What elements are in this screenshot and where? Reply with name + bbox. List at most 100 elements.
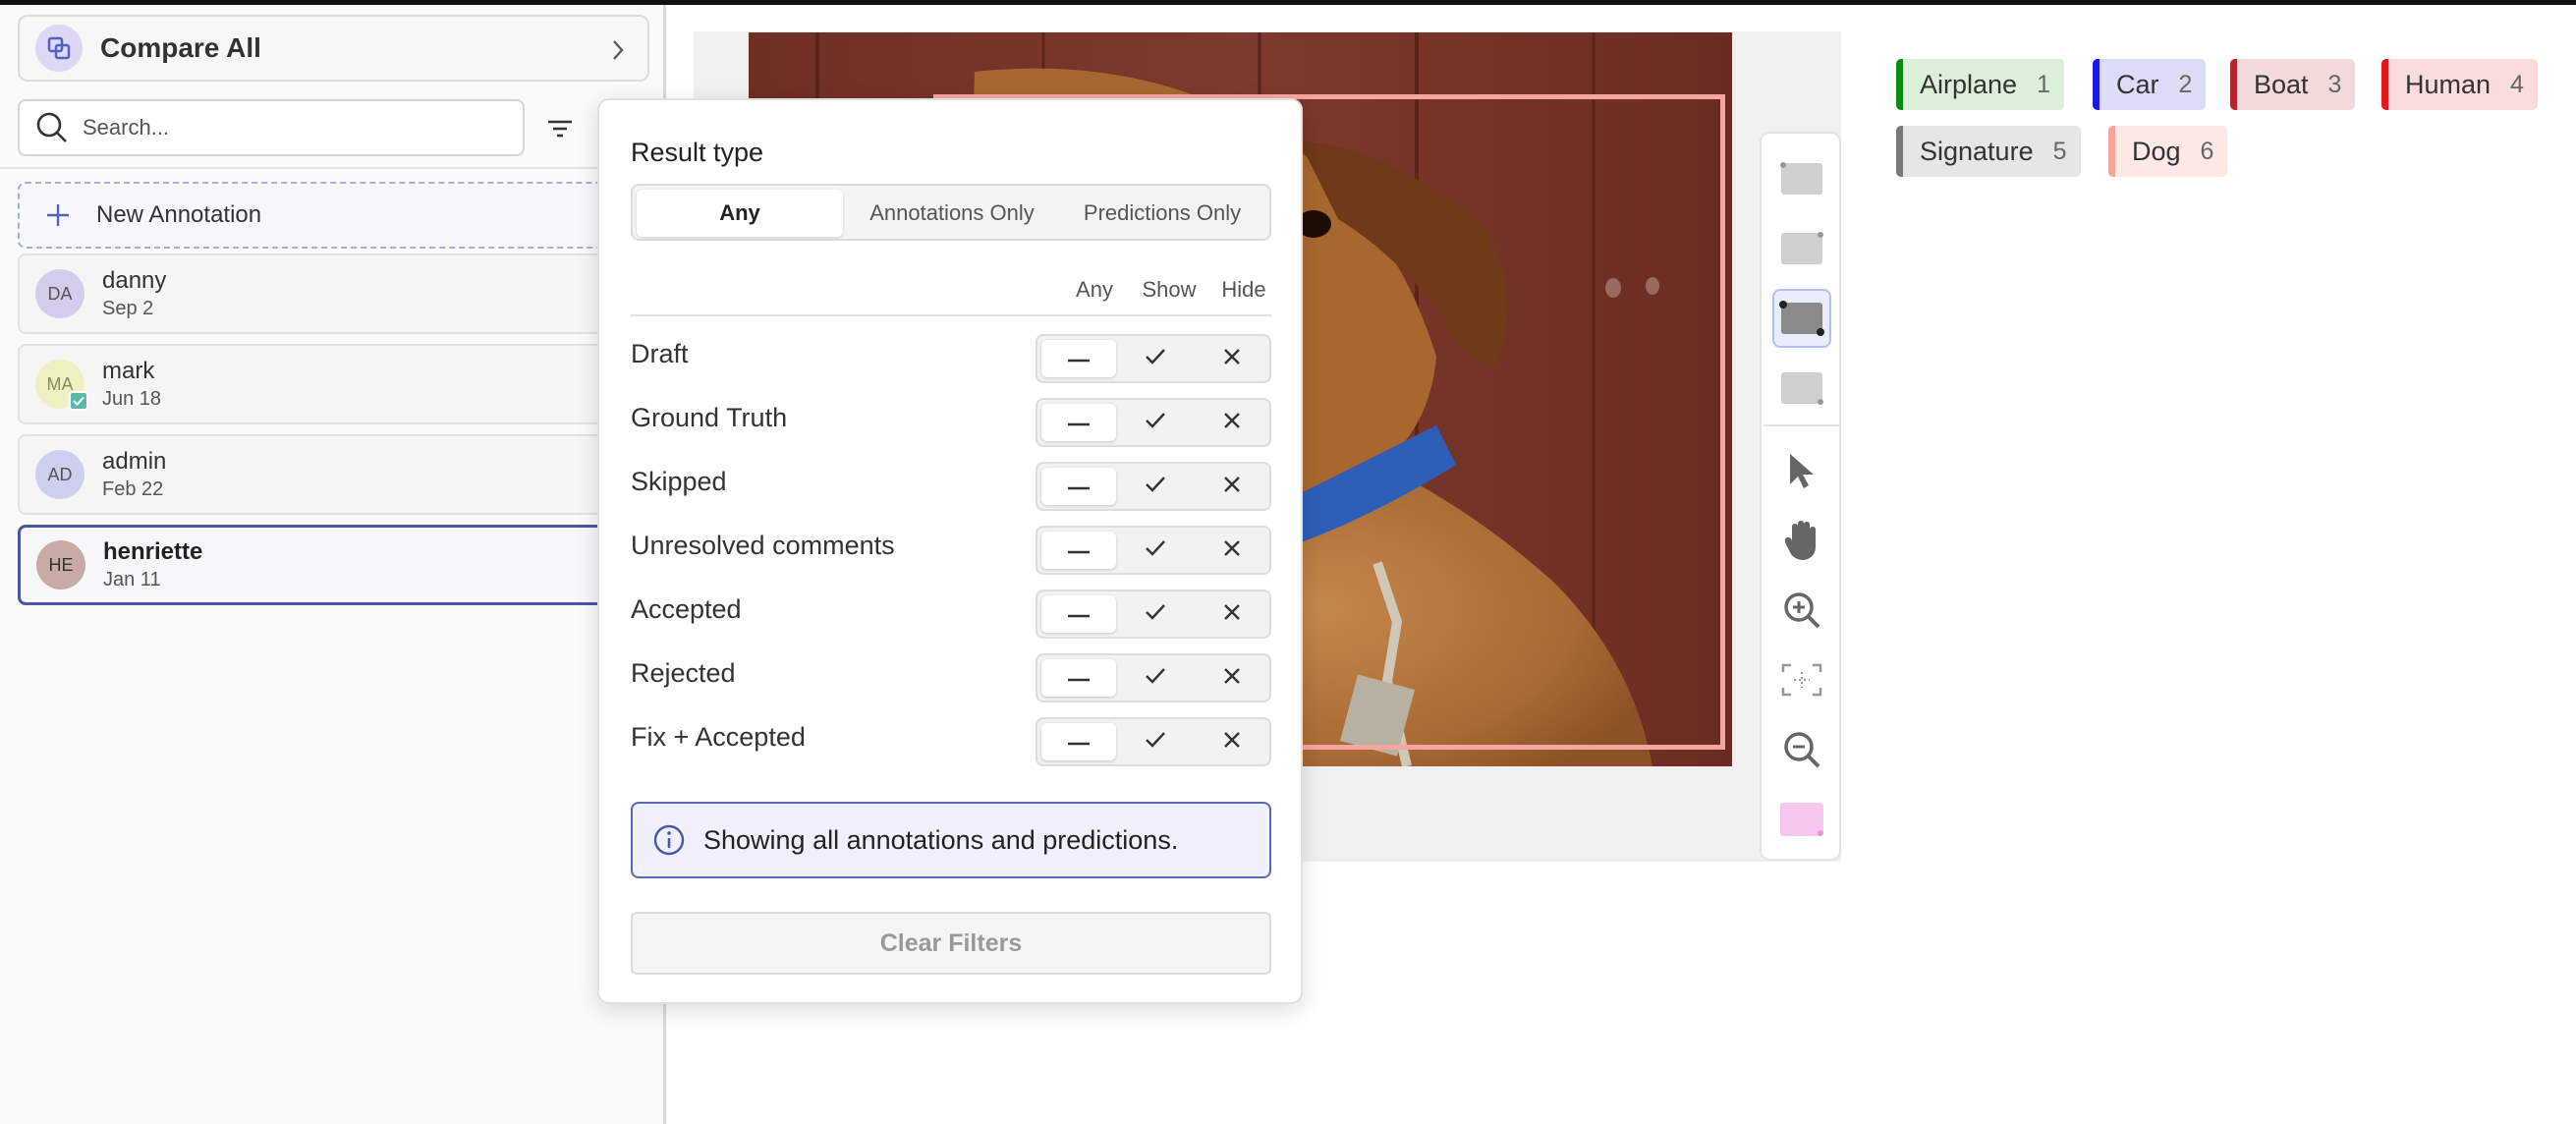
filter-skipped-show-option[interactable] — [1118, 468, 1193, 505]
filter-toggle-skipped — [1036, 462, 1271, 511]
filter-draft-show-option[interactable] — [1118, 340, 1193, 377]
label-dog[interactable]: Dog 6 — [2108, 126, 2228, 177]
filter-label-fix-accepted: Fix + Accepted — [631, 722, 806, 752]
rectangle-tl-icon[interactable] — [1772, 149, 1831, 208]
select-cursor-icon[interactable] — [1772, 441, 1831, 500]
filter-toggle-ground-truth — [1036, 398, 1271, 447]
filter-ground-truth-show-option[interactable] — [1118, 404, 1193, 441]
filter-info-box: Showing all annotations and predictions. — [631, 802, 1271, 878]
check-icon — [1145, 412, 1166, 434]
filter-unresolved-comments-show-option[interactable] — [1118, 532, 1193, 569]
compare-all-button[interactable]: Compare All — [18, 15, 649, 82]
annotation-date: Feb 22 — [102, 478, 164, 500]
filter-rejected-any-option[interactable] — [1041, 659, 1116, 697]
filter-unresolved-comments-hide-option[interactable] — [1195, 532, 1269, 569]
label-car[interactable]: Car 2 — [2093, 59, 2207, 110]
filter-unresolved-comments-any-option[interactable] — [1041, 532, 1116, 569]
filter-ground-truth-any-option[interactable] — [1041, 404, 1116, 441]
zoom-out-icon[interactable] — [1772, 720, 1831, 779]
label-human[interactable]: Human 4 — [2381, 59, 2538, 110]
result-type-any[interactable]: Any — [637, 190, 843, 237]
close-icon — [1223, 348, 1241, 370]
label-airplane[interactable]: Airplane 1 — [1896, 59, 2064, 110]
annotation-item-danny[interactable]: DA danny Sep 2 — [18, 253, 649, 334]
mask-brush-icon[interactable] — [1772, 790, 1831, 849]
check-icon — [1145, 539, 1166, 562]
search-box[interactable] — [18, 99, 525, 156]
filter-fix-accepted-hide-option[interactable] — [1195, 723, 1269, 760]
filter-icon[interactable] — [542, 113, 578, 144]
annotation-date: Jun 18 — [102, 388, 162, 410]
filter-accepted-hide-option[interactable] — [1195, 595, 1269, 633]
filter-skipped-hide-option[interactable] — [1195, 468, 1269, 505]
annotation-author: mark — [102, 358, 155, 384]
close-icon — [1223, 667, 1241, 690]
annotation-date: Sep 2 — [102, 298, 154, 319]
dash-icon — [1068, 669, 1090, 687]
search-icon — [36, 112, 67, 142]
filter-label-skipped: Skipped — [631, 467, 727, 496]
filter-skipped-any-option[interactable] — [1041, 468, 1116, 505]
rectangle-tr-icon[interactable] — [1772, 219, 1831, 278]
result-type-title: Result type — [631, 138, 764, 167]
annotation-author: danny — [102, 267, 167, 294]
filter-popup: Result type Any Annotations Only Predict… — [597, 98, 1303, 1004]
annotations-sidebar: Compare All New Annotation DA danny Sep … — [0, 5, 666, 1124]
avatar: DA — [35, 269, 84, 318]
filter-toggle-draft — [1036, 334, 1271, 383]
check-icon — [1145, 667, 1166, 690]
filter-toggle-fix-accepted — [1036, 717, 1271, 766]
fit-screen-icon[interactable] — [1772, 650, 1831, 709]
filter-accepted-show-option[interactable] — [1118, 595, 1193, 633]
check-icon — [1145, 603, 1166, 626]
filter-toggle-rejected — [1036, 653, 1271, 702]
filter-draft-hide-option[interactable] — [1195, 340, 1269, 377]
column-divider — [631, 314, 1271, 316]
new-annotation-button[interactable]: New Annotation — [18, 182, 649, 249]
check-icon — [1145, 348, 1166, 370]
annotation-date: Jan 11 — [103, 569, 161, 590]
annotation-item-henriette[interactable]: HE henriette Jan 11 — [18, 525, 649, 605]
pan-hand-icon[interactable] — [1772, 511, 1831, 570]
annotation-item-admin[interactable]: AD admin Feb 22 — [18, 434, 649, 515]
reviewed-check-icon — [69, 391, 88, 411]
column-any: Any — [1076, 277, 1113, 302]
dash-icon — [1068, 541, 1090, 559]
annotation-toolbar — [1760, 132, 1841, 861]
search-input[interactable] — [83, 115, 495, 140]
filter-rejected-show-option[interactable] — [1118, 659, 1193, 697]
result-type-predictions-only[interactable]: Predictions Only — [1057, 190, 1267, 237]
avatar: HE — [36, 540, 85, 590]
filter-rejected-hide-option[interactable] — [1195, 659, 1269, 697]
annotation-item-mark[interactable]: MA mark Jun 18 — [18, 344, 649, 424]
filter-fix-accepted-show-option[interactable] — [1118, 723, 1193, 760]
dash-icon — [1068, 350, 1090, 367]
column-hide: Hide — [1221, 277, 1266, 302]
dash-icon — [1068, 605, 1090, 623]
filter-info-text: Showing all annotations and predictions. — [703, 824, 1179, 855]
annotation-author: admin — [102, 448, 167, 475]
compare-all-label: Compare All — [100, 32, 261, 63]
new-annotation-label: New Annotation — [96, 201, 262, 228]
toolbar-separator — [1764, 424, 1839, 426]
close-icon — [1223, 412, 1241, 434]
filter-label-accepted: Accepted — [631, 594, 742, 624]
filter-fix-accepted-any-option[interactable] — [1041, 723, 1116, 760]
label-signature[interactable]: Signature 5 — [1896, 126, 2081, 177]
filter-accepted-any-option[interactable] — [1041, 595, 1116, 633]
rectangle-corners-icon[interactable] — [1772, 289, 1831, 348]
result-type-annotations-only[interactable]: Annotations Only — [847, 190, 1057, 237]
filter-label-rejected: Rejected — [631, 658, 736, 688]
label-boat[interactable]: Boat 3 — [2230, 59, 2356, 110]
close-icon — [1223, 731, 1241, 754]
clear-filters-button[interactable]: Clear Filters — [631, 912, 1271, 975]
filter-ground-truth-hide-option[interactable] — [1195, 404, 1269, 441]
avatar: AD — [35, 450, 84, 499]
filter-toggle-unresolved-comments — [1036, 526, 1271, 575]
filter-label-unresolved-comments: Unresolved comments — [631, 531, 895, 560]
zoom-in-icon[interactable] — [1772, 581, 1831, 640]
filter-draft-any-option[interactable] — [1041, 340, 1116, 377]
dash-icon — [1068, 478, 1090, 495]
rectangle-bl-icon[interactable] — [1772, 359, 1831, 418]
plus-icon — [47, 204, 69, 226]
